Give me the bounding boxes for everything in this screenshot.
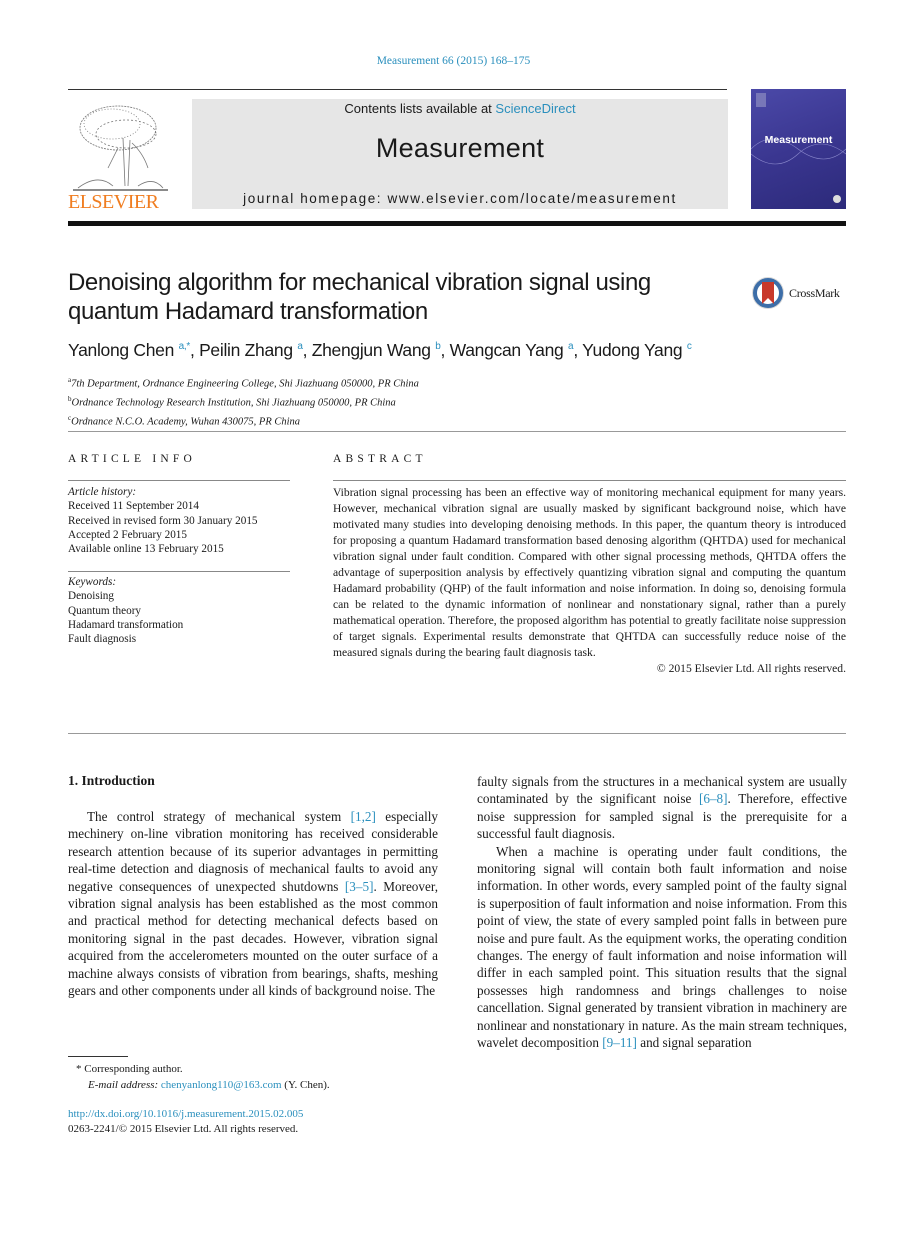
- abstract-text: Vibration signal processing has been an …: [333, 486, 846, 659]
- contents-prefix: Contents lists available at: [344, 101, 496, 116]
- crossmark-icon: [752, 277, 784, 309]
- history-item: Received 11 September 2014: [68, 500, 199, 513]
- keywords-label: Keywords:: [68, 576, 117, 588]
- section-heading-introduction: 1. Introduction: [68, 773, 155, 788]
- journal-citation-link[interactable]: Measurement 66 (2015) 168–175: [0, 55, 907, 67]
- paragraph: When a machine is operating under fault …: [477, 843, 847, 1051]
- author[interactable]: Yudong Yang c: [582, 340, 692, 360]
- author-affil-sup[interactable]: c: [687, 341, 692, 352]
- affiliation: cOrdnance N.C.O. Academy, Wuhan 430075, …: [68, 414, 301, 428]
- author-affil-sup[interactable]: a: [568, 341, 574, 352]
- crossmark-button[interactable]: CrossMark: [751, 276, 851, 312]
- journal-cover-thumbnail[interactable]: Measurement: [751, 89, 846, 209]
- contents-line: Contents lists available at ScienceDirec…: [192, 101, 728, 116]
- affiliation: bOrdnance Technology Research Institutio…: [68, 395, 396, 409]
- author[interactable]: Peilin Zhang a: [199, 340, 303, 360]
- footnotes: * Corresponding author. E-mail address: …: [76, 1061, 330, 1093]
- elsevier-tree-icon: ELSEVIER: [68, 105, 168, 213]
- history-item: Available online 13 February 2015: [68, 543, 224, 556]
- history-item: Accepted 2 February 2015: [68, 528, 187, 541]
- section-divider: [68, 431, 846, 432]
- email-link[interactable]: chenyanlong110@163.com: [161, 1079, 282, 1091]
- crossmark-label: CrossMark: [789, 286, 840, 300]
- elsevier-wordmark: ELSEVIER: [68, 191, 160, 210]
- keyword[interactable]: Hadamard transformation: [68, 618, 183, 632]
- affiliations: a7th Department, Ordnance Engineering Co…: [68, 373, 419, 430]
- paragraph: The control strategy of mechanical syste…: [68, 809, 439, 999]
- corresponding-author-note: * Corresponding author.: [76, 1063, 183, 1075]
- reference-link[interactable]: [3–5]: [345, 879, 374, 894]
- journal-homepage[interactable]: journal homepage: www.elsevier.com/locat…: [192, 191, 728, 206]
- article-history: Article history: Received 11 September 2…: [68, 485, 258, 556]
- author-list: Yanlong Chen a,*, Peilin Zhang a, Zhengj…: [68, 340, 692, 360]
- keywords-rule: [68, 571, 290, 572]
- body-column-left: The control strategy of mechanical syste…: [68, 808, 438, 999]
- article-info-rule: [68, 480, 290, 481]
- author[interactable]: Zhengjun Wang b: [312, 340, 441, 360]
- article-info-heading: ARTICLE INFO: [68, 453, 196, 465]
- abstract-copyright: © 2015 Elsevier Ltd. All rights reserved…: [656, 662, 846, 675]
- author-affil-sup[interactable]: b: [435, 341, 441, 352]
- email-note: E-mail address: chenyanlong110@163.com (…: [88, 1079, 330, 1091]
- issn-copyright: 0263-2241/© 2015 Elsevier Ltd. All right…: [68, 1123, 299, 1135]
- keywords: Keywords: Denoising Quantum theory Hadam…: [68, 575, 183, 646]
- reference-link[interactable]: [1,2]: [351, 809, 376, 824]
- header-rule: [68, 89, 727, 90]
- affiliation: a7th Department, Ordnance Engineering Co…: [68, 376, 419, 390]
- footnote-rule: [68, 1056, 128, 1057]
- sciencedirect-link[interactable]: ScienceDirect: [495, 101, 575, 116]
- reference-link[interactable]: [9–11]: [602, 1035, 637, 1050]
- journal-banner: Contents lists available at ScienceDirec…: [192, 99, 728, 209]
- paragraph: faulty signals from the structures in a …: [477, 774, 848, 842]
- elsevier-logo[interactable]: ELSEVIER: [68, 98, 188, 213]
- keyword[interactable]: Fault diagnosis: [68, 632, 183, 646]
- abstract-rule: [333, 480, 846, 481]
- header-thick-rule: [68, 221, 846, 226]
- author[interactable]: Wangcan Yang a: [450, 340, 574, 360]
- abstract: Vibration signal processing has been an …: [333, 485, 846, 677]
- article-title: Denoising algorithm for mechanical vibra…: [68, 269, 651, 325]
- section-divider: [68, 733, 846, 734]
- doi-block: http://dx.doi.org/10.1016/j.measurement.…: [68, 1107, 303, 1137]
- doi-link[interactable]: http://dx.doi.org/10.1016/j.measurement.…: [68, 1108, 303, 1120]
- author[interactable]: Yanlong Chen a,*: [68, 340, 190, 360]
- journal-name: Measurement: [375, 133, 545, 163]
- cover-wave-icon: [751, 93, 846, 203]
- cover-title: Measurement: [764, 134, 833, 146]
- reference-link[interactable]: [6–8]: [699, 791, 728, 806]
- article-history-label: Article history:: [68, 486, 137, 498]
- author-affil-sup[interactable]: a,*: [179, 341, 191, 352]
- author-affil-sup[interactable]: a: [297, 341, 303, 352]
- keyword[interactable]: Quantum theory: [68, 604, 183, 618]
- keyword[interactable]: Denoising: [68, 589, 183, 603]
- body-column-right: faulty signals from the structures in a …: [477, 773, 847, 1052]
- abstract-heading: ABSTRACT: [333, 453, 427, 465]
- history-item: Received in revised form 30 January 2015: [68, 514, 258, 527]
